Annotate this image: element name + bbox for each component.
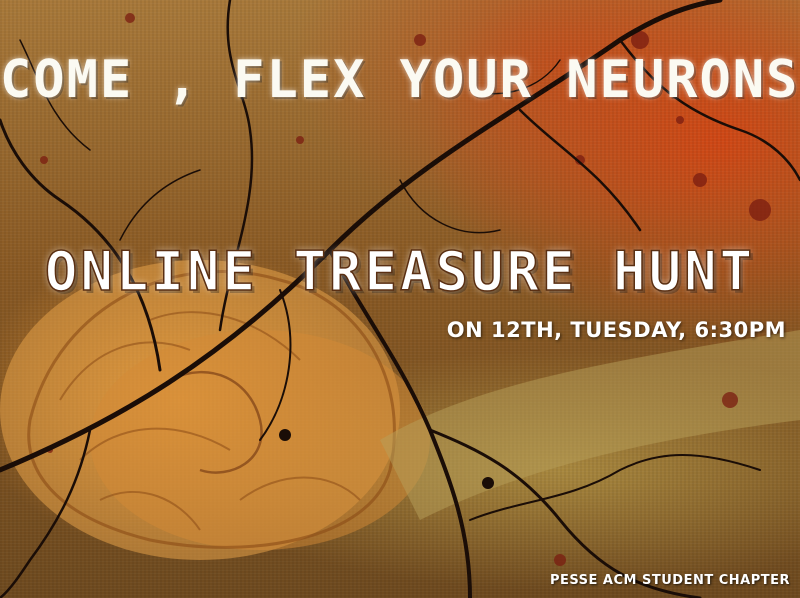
brain-illustration [0,260,430,560]
flowing-band [380,330,800,520]
event-title: ONLINE TREASURE HUNT [44,239,756,304]
event-date: ON 12TH, TUESDAY, 6:30PM [446,318,786,342]
event-poster: COME , FLEX YOUR NEURONS! ONLINE TREASUR… [0,0,800,598]
headline: COME , FLEX YOUR NEURONS! [0,50,800,110]
organizer-name: PESSE ACM STUDENT CHAPTER [549,573,790,588]
